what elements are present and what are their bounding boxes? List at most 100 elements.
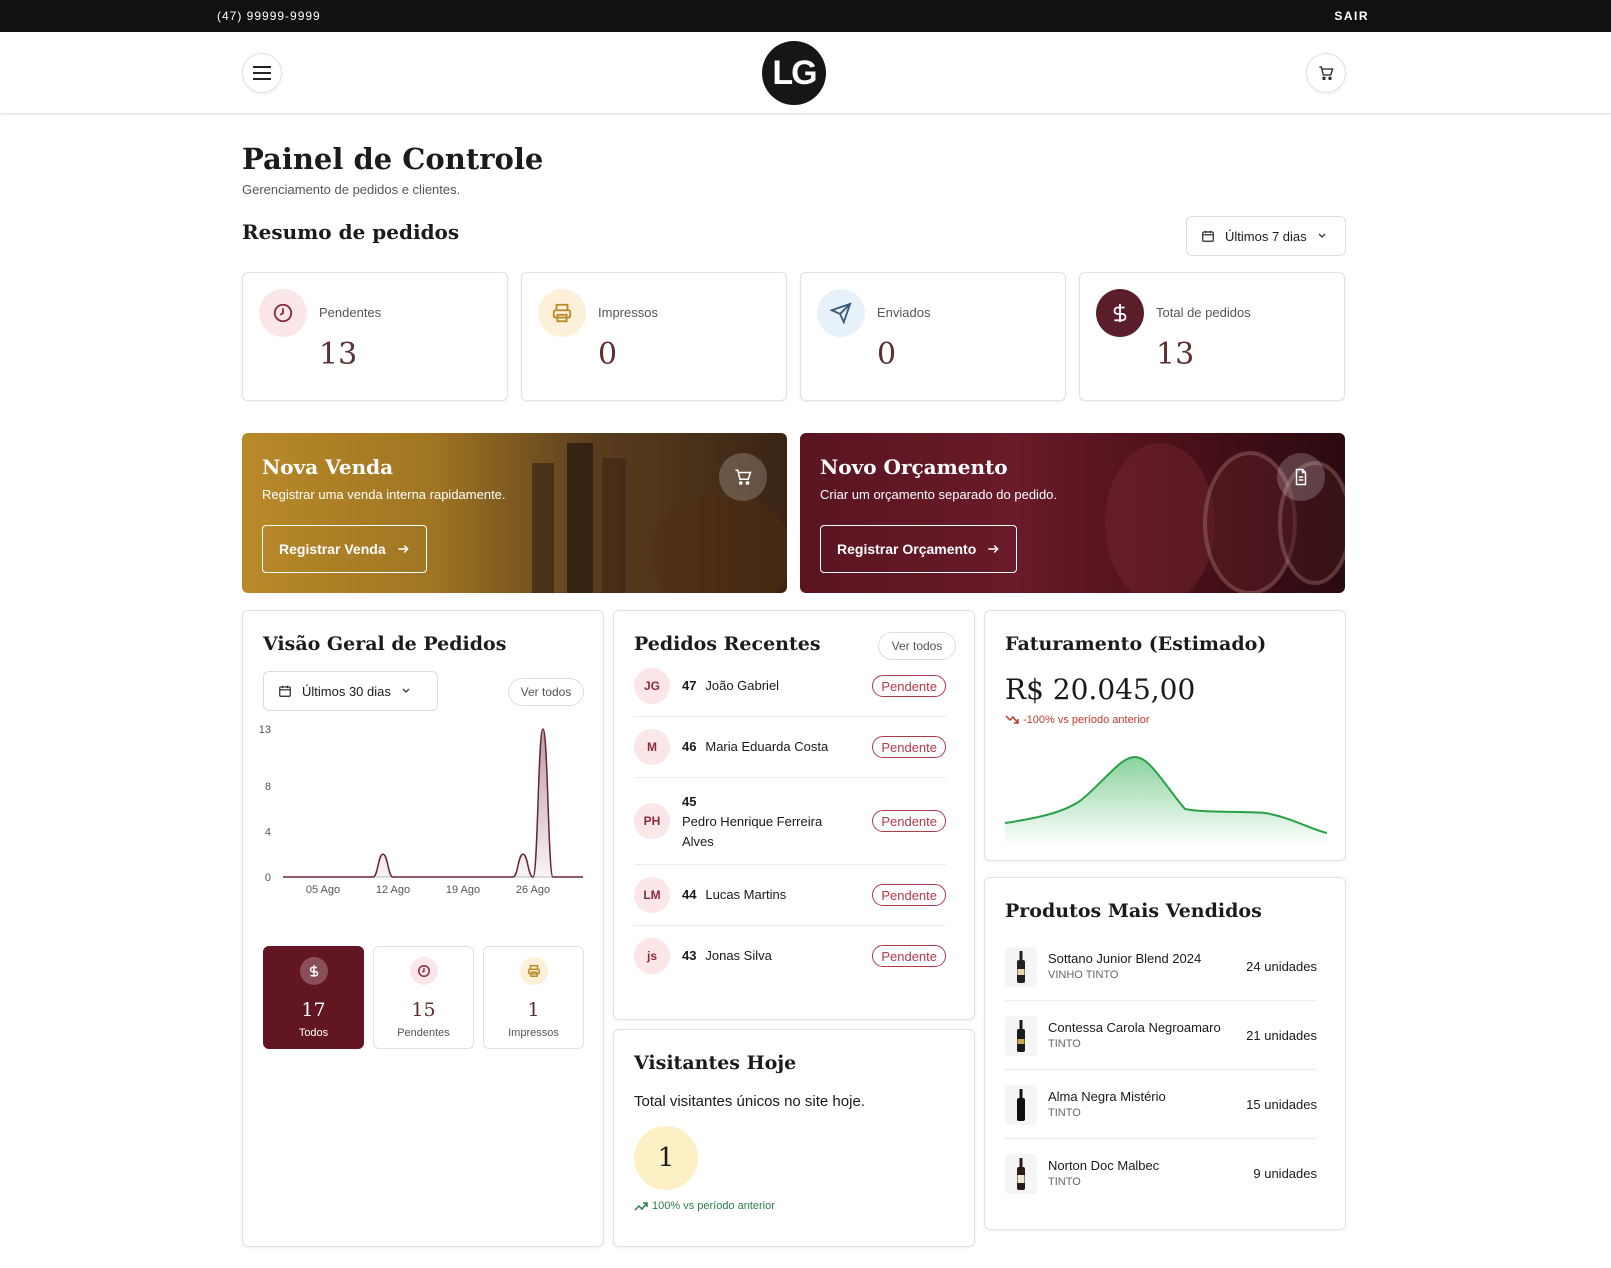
arrow-right-icon: [397, 544, 409, 554]
y-tick-label: 0: [265, 872, 271, 884]
order-id: 44: [682, 887, 697, 902]
clock-icon: [259, 289, 307, 337]
cart-icon[interactable]: [719, 453, 767, 501]
revenue-sparkline: [1005, 755, 1327, 846]
stat-value: 0: [877, 337, 897, 372]
segment-label: Todos: [298, 1027, 329, 1039]
cart-button[interactable]: [1306, 53, 1346, 93]
stat-card-total[interactable]: Total de pedidos 13: [1079, 272, 1345, 401]
visitors-subtitle: Total visitantes únicos no site hoje.: [634, 1093, 865, 1110]
order-id: 45: [682, 794, 697, 809]
calendar-icon: [279, 685, 291, 697]
order-id: 46: [682, 739, 697, 754]
range-label: Últimos 30 dias: [302, 683, 391, 699]
card-title: Produtos Mais Vendidos: [1005, 900, 1262, 922]
stat-label: Pendentes: [319, 305, 382, 320]
wine-bottle-icon: [1005, 1154, 1037, 1194]
product-row[interactable]: Contessa Carola Negroamaro TINTO 21 unid…: [1005, 1002, 1317, 1070]
wine-bottle-icon: [1005, 1016, 1037, 1056]
wine-bottle-icon: [1005, 1085, 1037, 1125]
menu-button[interactable]: [242, 53, 282, 93]
stat-card-printed[interactable]: Impressos 0: [521, 272, 787, 401]
order-id: 43: [682, 948, 697, 963]
product-units: 15 unidades: [1246, 1097, 1317, 1112]
recent-orders-card: Pedidos Recentes Ver todos JG 47 João Ga…: [613, 610, 975, 1020]
order-row[interactable]: M 46 Maria Eduarda Costa Pendente: [634, 717, 946, 778]
printer-icon: [519, 957, 548, 985]
page-title: Painel de Controle: [242, 142, 544, 176]
see-all-button[interactable]: Ver todos: [508, 678, 584, 706]
send-icon: [817, 289, 865, 337]
revenue-trend: -100% vs período anterior: [1005, 714, 1150, 726]
register-sale-button[interactable]: Registrar Venda: [262, 525, 427, 573]
status-badge: Pendente: [872, 675, 946, 697]
trend-up-icon: [634, 1202, 648, 1211]
chevron-down-icon: [402, 688, 410, 694]
customer-name: Maria Eduarda Costa: [705, 739, 829, 754]
product-type: TINTO: [1048, 1107, 1081, 1119]
product-row[interactable]: Alma Negra Mistério TINTO 15 unidades: [1005, 1071, 1317, 1139]
visitors-count: 1: [634, 1126, 698, 1190]
x-tick-label: 26 Ago: [516, 884, 550, 896]
new-sale-banner: Nova Venda Registrar uma venda interna r…: [242, 433, 787, 593]
logout-link[interactable]: SAIR: [1334, 9, 1369, 23]
stat-card-pending[interactable]: Pendentes 13: [242, 272, 508, 401]
order-row[interactable]: JG 47 João Gabriel Pendente: [634, 656, 946, 717]
revenue-value: R$ 20.045,00: [1005, 673, 1196, 706]
revenue-card: Faturamento (Estimado) R$ 20.045,00 -100…: [984, 610, 1346, 861]
order-row[interactable]: js 43 Jonas Silva Pendente: [634, 926, 946, 987]
top-products-card: Produtos Mais Vendidos Sottano Junior Bl…: [984, 877, 1346, 1230]
register-quote-button[interactable]: Registrar Orçamento: [820, 525, 1018, 573]
segment-printed[interactable]: 1 Impressos: [483, 946, 584, 1049]
visitors-card: Visitantes Hoje Total visitantes únicos …: [613, 1029, 975, 1247]
segment-pending[interactable]: 15 Pendentes: [373, 946, 474, 1049]
product-units: 21 unidades: [1246, 1028, 1317, 1043]
banner-subtitle: Registrar uma venda interna rapidamente.: [262, 487, 506, 502]
card-title: Pedidos Recentes: [634, 633, 821, 655]
order-row[interactable]: PH 45 Pedro Henrique Ferreira Alves Pend…: [634, 778, 946, 865]
orders-overview-card: Visão Geral de Pedidos Últimos 30 dias V…: [242, 610, 604, 1247]
avatar: PH: [634, 803, 670, 839]
trend-label: 100% vs período anterior: [652, 1200, 775, 1212]
calendar-icon: [1202, 230, 1214, 242]
card-title: Visão Geral de Pedidos: [263, 633, 507, 655]
product-name: Contessa Carola Negroamaro: [1048, 1020, 1221, 1035]
card-title: Visitantes Hoje: [634, 1052, 797, 1074]
product-row[interactable]: Norton Doc Malbec TINTO 9 unidades: [1005, 1140, 1317, 1208]
product-type: VINHO TINTO: [1048, 969, 1119, 981]
y-tick-label: 8: [265, 781, 271, 793]
trend-label: -100% vs período anterior: [1023, 714, 1150, 726]
order-id: 47: [682, 678, 697, 693]
card-title: Faturamento (Estimado): [1005, 633, 1267, 655]
x-tick-label: 12 Ago: [376, 884, 410, 896]
x-tick-label: 05 Ago: [306, 884, 340, 896]
printer-icon: [538, 289, 586, 337]
document-icon[interactable]: [1277, 453, 1325, 501]
avatar: JG: [634, 668, 670, 704]
product-row[interactable]: Sottano Junior Blend 2024 VINHO TINTO 24…: [1005, 933, 1317, 1001]
avatar: js: [634, 938, 670, 974]
button-label: Registrar Venda: [279, 541, 386, 557]
range-dropdown[interactable]: Últimos 7 dias: [1186, 216, 1346, 256]
y-tick-label: 13: [259, 724, 271, 736]
new-quote-banner: Novo Orçamento Criar um orçamento separa…: [800, 433, 1345, 593]
section-title: Resumo de pedidos: [242, 220, 460, 244]
overview-range-dropdown[interactable]: Últimos 30 dias: [263, 671, 438, 711]
stat-label: Total de pedidos: [1156, 305, 1251, 320]
product-name: Sottano Junior Blend 2024: [1048, 951, 1202, 966]
stat-value: 13: [319, 337, 358, 372]
visitors-trend: 100% vs período anterior: [634, 1200, 775, 1212]
y-tick-label: 4: [265, 826, 271, 838]
stat-value: 13: [1156, 337, 1195, 372]
clock-icon: [409, 957, 438, 985]
segment-value: 17: [301, 999, 326, 1021]
order-row[interactable]: LM 44 Lucas Martins Pendente: [634, 865, 946, 926]
logo[interactable]: LG: [762, 41, 826, 105]
trend-down-icon: [1005, 715, 1019, 724]
status-badge: Pendente: [872, 810, 946, 832]
segment-all[interactable]: 17 Todos: [263, 946, 364, 1049]
page-subtitle: Gerenciamento de pedidos e clientes.: [242, 182, 461, 197]
customer-name: Jonas Silva: [705, 948, 772, 963]
stat-card-sent[interactable]: Enviados 0: [800, 272, 1066, 401]
status-badge: Pendente: [872, 945, 946, 967]
